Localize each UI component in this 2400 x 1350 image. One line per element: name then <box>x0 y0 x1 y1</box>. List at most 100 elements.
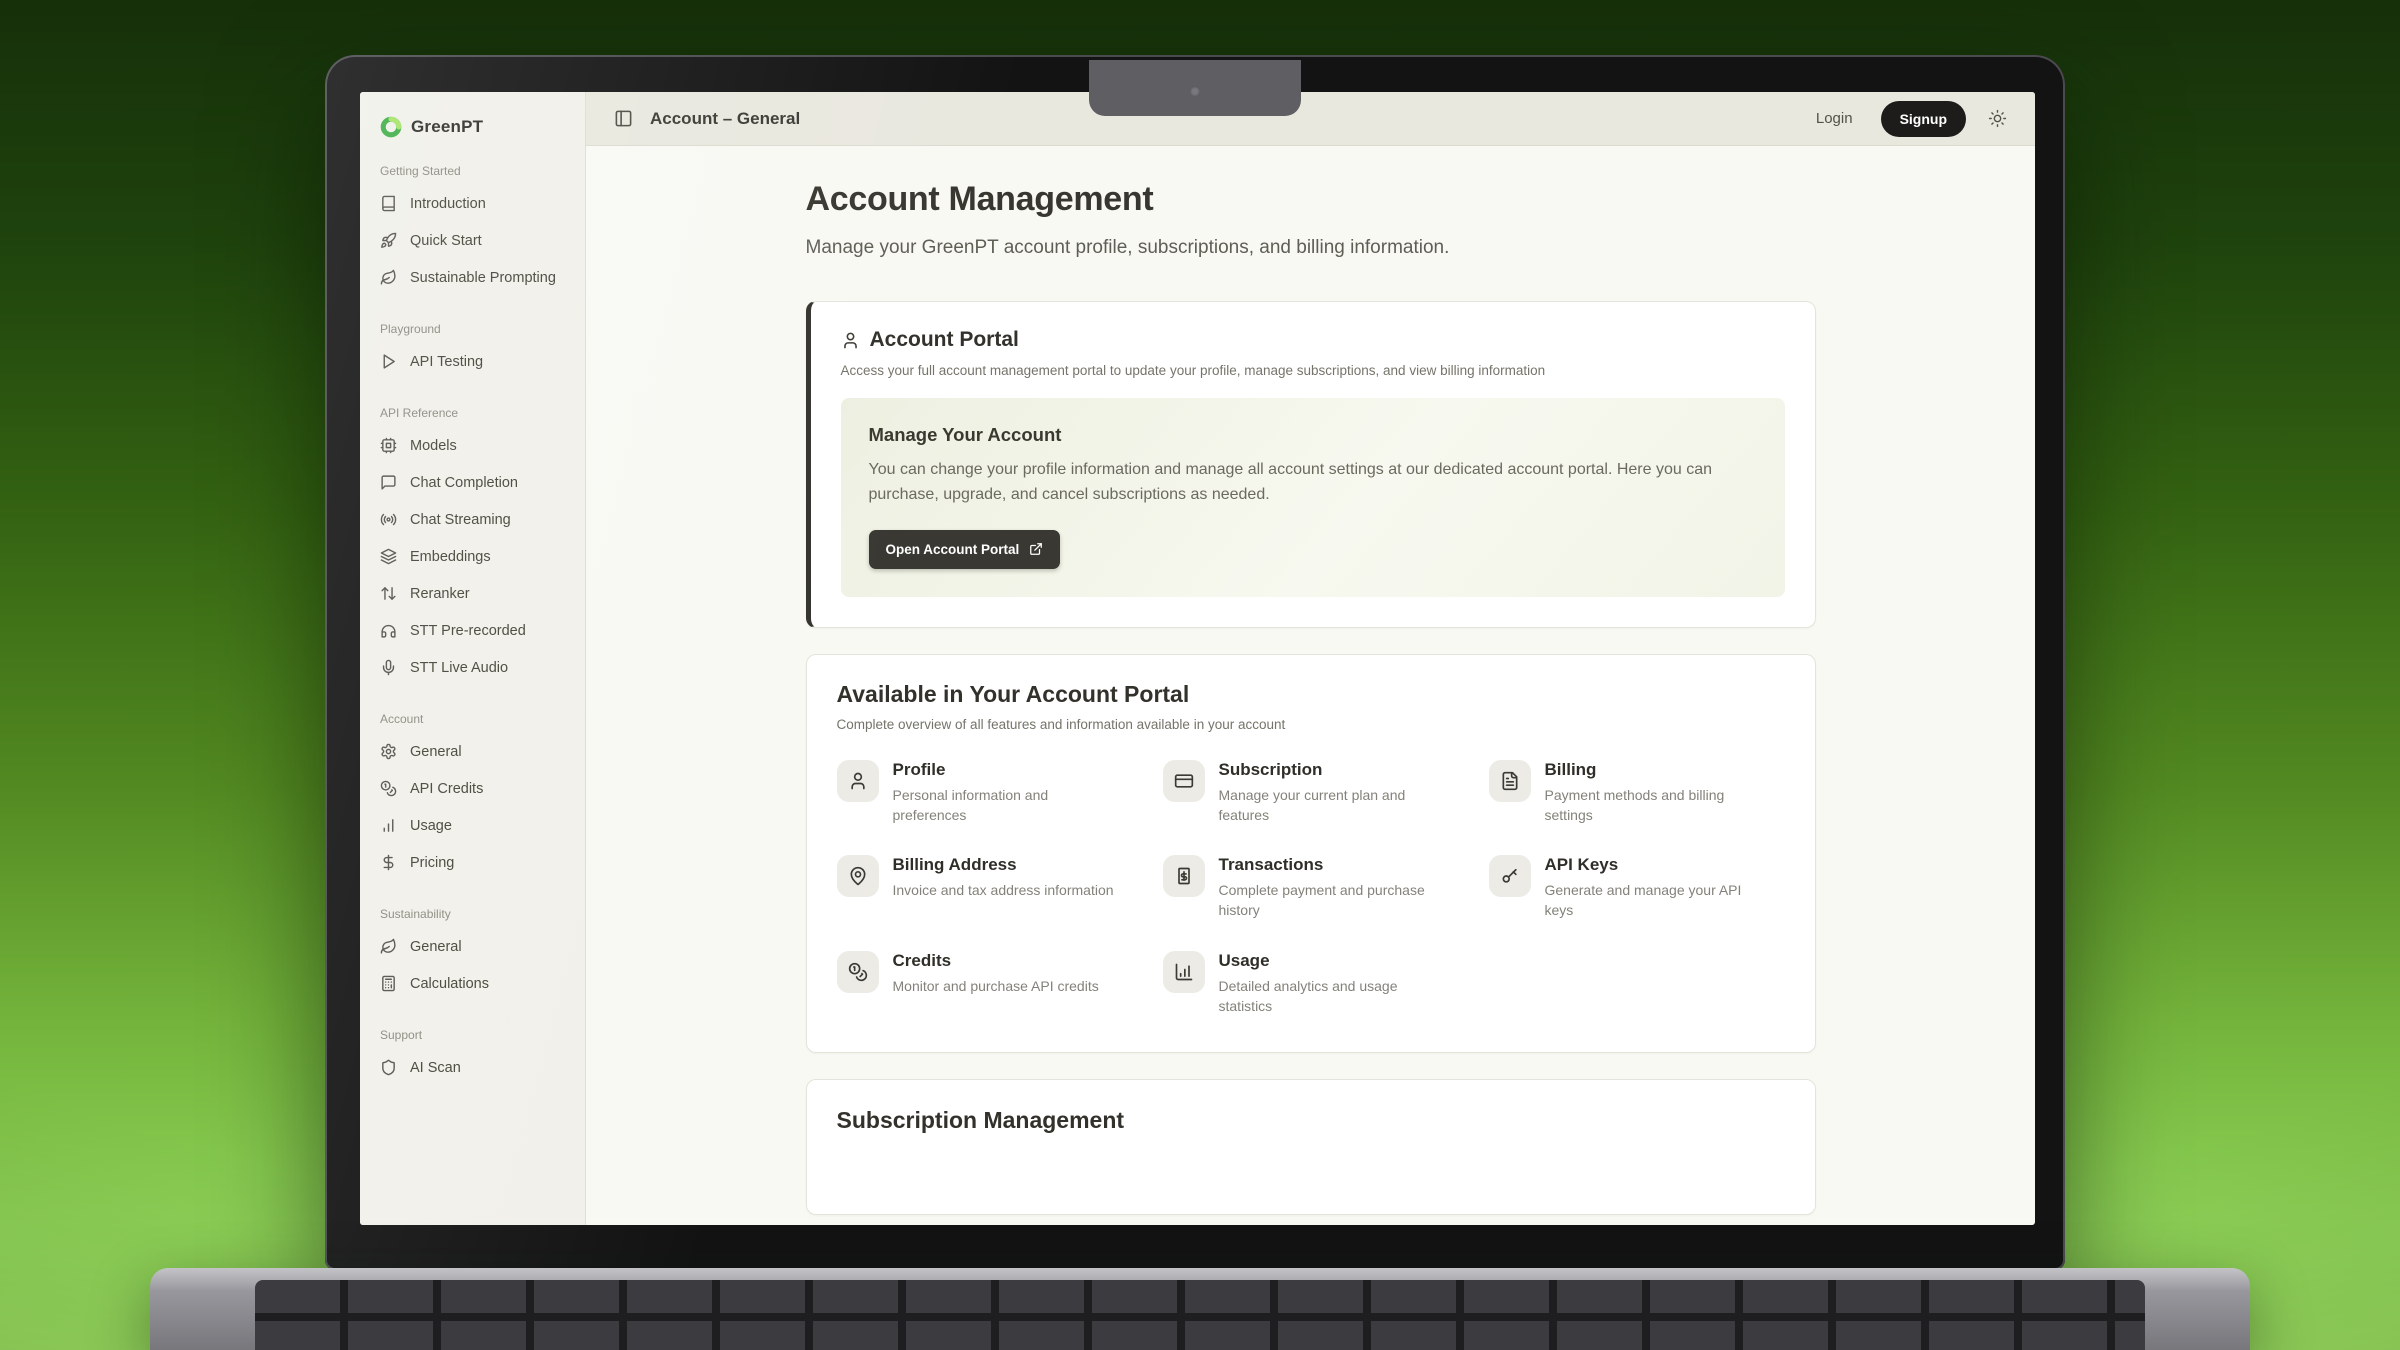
manage-account-panel: Manage Your Account You can change your … <box>841 398 1785 597</box>
message-square-icon <box>380 474 397 491</box>
sidebar-item-chat-streaming[interactable]: Chat Streaming <box>360 501 585 538</box>
sidebar-item-introduction[interactable]: Introduction <box>360 185 585 222</box>
sidebar-item-chat-completion[interactable]: Chat Completion <box>360 464 585 501</box>
content-area: Account Management Manage your GreenPT a… <box>586 146 2035 1225</box>
sidebar-item-account-general[interactable]: General <box>360 733 585 770</box>
sidebar-item-label: General <box>410 744 462 760</box>
radio-icon <box>380 511 397 528</box>
sidebar-item-reranker[interactable]: Reranker <box>360 575 585 612</box>
bar-chart-icon <box>1163 951 1205 993</box>
feature-title: Usage <box>1219 951 1447 971</box>
feature-title: Subscription <box>1219 760 1447 780</box>
sidebar-item-label: STT Pre-recorded <box>410 623 526 639</box>
sidebar-item-api-credits[interactable]: API Credits <box>360 770 585 807</box>
page-title: Account Management <box>806 180 1816 219</box>
feature-api-keys: API Keys Generate and manage your API ke… <box>1489 855 1785 921</box>
leaf-icon <box>380 269 397 286</box>
login-button[interactable]: Login <box>1810 109 1859 128</box>
account-portal-title: Account Portal <box>870 328 1019 352</box>
feature-title: Credits <box>893 951 1099 971</box>
sidebar-item-label: Sustainable Prompting <box>410 270 556 286</box>
sidebar-item-stt-pre-recorded[interactable]: STT Pre-recorded <box>360 612 585 649</box>
sidebar-item-models[interactable]: Models <box>360 427 585 464</box>
section-label: Getting Started <box>360 164 585 178</box>
shield-icon <box>380 1059 397 1076</box>
app-window: GreenPT Getting Started Introduction Qui… <box>360 92 2035 1225</box>
sidebar-item-sustainability-general[interactable]: General <box>360 928 585 965</box>
file-text-icon <box>1489 760 1531 802</box>
features-card-title: Available in Your Account Portal <box>837 681 1785 708</box>
page-breadcrumb-title: Account – General <box>650 109 800 129</box>
account-portal-card: Account Portal Access your full account … <box>806 301 1816 628</box>
sidebar-item-pricing[interactable]: Pricing <box>360 844 585 881</box>
layers-icon <box>380 548 397 565</box>
sidebar-item-usage[interactable]: Usage <box>360 807 585 844</box>
feature-title: Billing <box>1545 760 1773 780</box>
map-pin-icon <box>837 855 879 897</box>
book-icon <box>380 195 397 212</box>
account-portal-description: Access your full account management port… <box>841 363 1785 378</box>
sun-icon <box>1988 109 2007 128</box>
sidebar-item-label: Chat Streaming <box>410 512 511 528</box>
brand[interactable]: GreenPT <box>360 116 585 138</box>
sidebar-toggle-button[interactable] <box>614 109 633 128</box>
sidebar-item-label: API Credits <box>410 781 483 797</box>
headphones-icon <box>380 622 397 639</box>
feature-description: Payment methods and billing settings <box>1545 785 1773 826</box>
open-account-portal-button[interactable]: Open Account Portal <box>869 530 1061 569</box>
sidebar-item-stt-live-audio[interactable]: STT Live Audio <box>360 649 585 686</box>
account-portal-header: Account Portal <box>841 328 1785 352</box>
user-icon <box>837 760 879 802</box>
feature-transactions: Transactions Complete payment and purcha… <box>1163 855 1459 921</box>
sidebar-item-ai-scan[interactable]: AI Scan <box>360 1049 585 1086</box>
sidebar: GreenPT Getting Started Introduction Qui… <box>360 92 586 1225</box>
webcam-dot <box>1190 86 1201 97</box>
section-label: Account <box>360 712 585 726</box>
arrow-up-down-icon <box>380 585 397 602</box>
section-label: API Reference <box>360 406 585 420</box>
sidebar-item-embeddings[interactable]: Embeddings <box>360 538 585 575</box>
page-subtitle: Manage your GreenPT account profile, sub… <box>806 237 1816 259</box>
key-icon <box>1489 855 1531 897</box>
feature-profile: Profile Personal information and prefere… <box>837 760 1133 826</box>
subscription-management-card: Subscription Management <box>806 1079 1816 1215</box>
sidebar-item-api-testing[interactable]: API Testing <box>360 343 585 380</box>
green-ring-logo <box>380 116 402 138</box>
sidebar-item-label: Usage <box>410 818 452 834</box>
sidebar-item-sustainable-prompting[interactable]: Sustainable Prompting <box>360 259 585 296</box>
sidebar-item-label: API Testing <box>410 354 483 370</box>
section-label: Sustainability <box>360 907 585 921</box>
feature-credits: Credits Monitor and purchase API credits <box>837 951 1133 1017</box>
leaf-icon <box>380 938 397 955</box>
receipt-icon <box>1163 855 1205 897</box>
features-card: Available in Your Account Portal Complet… <box>806 654 1816 1054</box>
topbar-actions: Login Signup <box>1810 101 2007 137</box>
settings-icon <box>380 743 397 760</box>
credit-card-icon <box>1163 760 1205 802</box>
sidebar-item-label: Introduction <box>410 196 486 212</box>
coins-icon <box>837 951 879 993</box>
feature-billing: Billing Payment methods and billing sett… <box>1489 760 1785 826</box>
calculator-icon <box>380 975 397 992</box>
signup-button[interactable]: Signup <box>1881 101 1966 137</box>
sidebar-item-calculations[interactable]: Calculations <box>360 965 585 1002</box>
laptop-base <box>150 1268 2250 1350</box>
section-label: Support <box>360 1028 585 1042</box>
feature-description: Personal information and preferences <box>893 785 1121 826</box>
sidebar-item-quick-start[interactable]: Quick Start <box>360 222 585 259</box>
laptop-screen: GreenPT Getting Started Introduction Qui… <box>325 55 2065 1270</box>
laptop-notch <box>1089 60 1301 116</box>
feature-description: Complete payment and purchase history <box>1219 880 1447 921</box>
theme-toggle-button[interactable] <box>1988 109 2007 128</box>
main-column: Account – General Login Signup Account M… <box>586 92 2035 1225</box>
external-link-icon <box>1029 542 1043 556</box>
manage-account-title: Manage Your Account <box>869 424 1757 446</box>
scene-background: GreenPT Getting Started Introduction Qui… <box>0 0 2400 1350</box>
sidebar-item-label: General <box>410 939 462 955</box>
dollar-icon <box>380 854 397 871</box>
sidebar-item-label: Pricing <box>410 855 454 871</box>
sidebar-section-getting-started: Getting Started Introduction Quick Start… <box>360 164 585 296</box>
feature-usage: Usage Detailed analytics and usage stati… <box>1163 951 1459 1017</box>
sidebar-section-sustainability: Sustainability General Calculations <box>360 907 585 1002</box>
mic-icon <box>380 659 397 676</box>
